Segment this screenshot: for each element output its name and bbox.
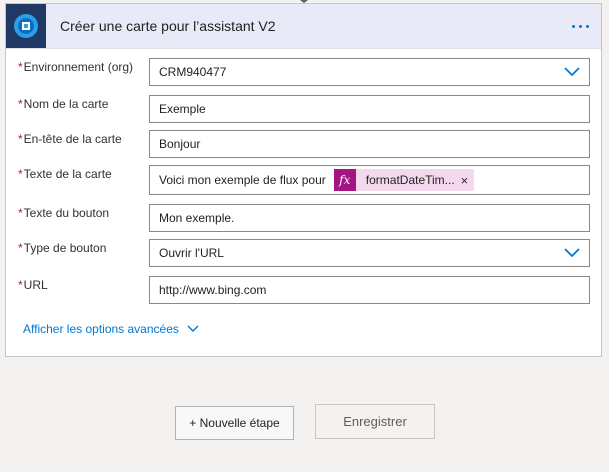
chevron-down-icon[interactable]: [555, 59, 589, 85]
dynamic-content-token[interactable]: fx formatDateTim... ×: [333, 169, 475, 191]
button-text-value: Mon exemple.: [159, 211, 235, 225]
flow-designer-canvas: Créer une carte pour l’assistant V2 *Env…: [0, 0, 609, 472]
url-label-text: URL: [23, 278, 48, 292]
button-text-row: *Texte du bouton Mon exemple.: [18, 204, 591, 232]
save-button[interactable]: Enregistrer: [315, 404, 435, 439]
environment-label-text: Environnement (org): [23, 60, 134, 74]
environment-row: *Environnement (org) CRM940477: [18, 58, 591, 86]
chevron-down-icon[interactable]: [555, 240, 589, 266]
card-text-value: Voici mon exemple de flux pour: [159, 173, 326, 187]
button-type-select[interactable]: Ouvrir l'URL: [149, 239, 590, 267]
button-type-label: *Type de bouton: [18, 241, 106, 255]
button-type-row: *Type de bouton Ouvrir l'URL: [18, 239, 591, 267]
required-marker: *: [18, 278, 23, 292]
card-header-value: Bonjour: [159, 137, 201, 151]
button-type-value: Ouvrir l'URL: [159, 246, 224, 260]
card-text-label-text: Texte de la carte: [23, 167, 112, 181]
required-marker: *: [18, 206, 23, 220]
show-advanced-options-link[interactable]: Afficher les options avancées: [23, 322, 199, 336]
environment-label: *Environnement (org): [18, 60, 133, 74]
card-text-label: *Texte de la carte: [18, 167, 112, 181]
expression-fx-icon: fx: [333, 169, 356, 191]
url-label: *URL: [18, 278, 48, 292]
card-text-row: *Texte de la carte Voici mon exemple de …: [18, 165, 591, 195]
more-dots-icon: [578, 24, 582, 28]
new-step-button[interactable]: + Nouvelle étape: [175, 406, 294, 440]
card-header-input[interactable]: Bonjour: [149, 130, 590, 158]
action-card: Créer une carte pour l’assistant V2 *Env…: [5, 3, 602, 357]
button-text-label-text: Texte du bouton: [23, 206, 110, 220]
card-name-value: Exemple: [159, 102, 206, 116]
required-marker: *: [18, 60, 23, 74]
url-value: http://www.bing.com: [159, 283, 267, 297]
card-header-row: *En-tête de la carte Bonjour: [18, 130, 591, 158]
chevron-down-icon: [187, 325, 199, 332]
dynamics-app-icon: [6, 4, 46, 48]
more-dots-icon: [585, 24, 589, 28]
environment-select[interactable]: CRM940477: [149, 58, 590, 86]
button-text-input[interactable]: Mon exemple.: [149, 204, 590, 232]
button-type-label-text: Type de bouton: [23, 241, 107, 255]
card-name-input[interactable]: Exemple: [149, 95, 590, 123]
required-marker: *: [18, 132, 23, 146]
token-label: formatDateTim...: [365, 173, 455, 187]
button-text-label: *Texte du bouton: [18, 206, 109, 220]
card-name-label-text: Nom de la carte: [23, 97, 109, 111]
environment-value: CRM940477: [159, 65, 227, 79]
required-marker: *: [18, 167, 23, 181]
more-options-button[interactable]: [563, 11, 597, 41]
url-input[interactable]: http://www.bing.com: [149, 276, 590, 304]
card-name-row: *Nom de la carte Exemple: [18, 95, 591, 123]
url-row: *URL http://www.bing.com: [18, 276, 591, 304]
action-card-title: Créer une carte pour l’assistant V2: [60, 18, 276, 34]
advanced-options-label: Afficher les options avancées: [23, 322, 179, 336]
card-header-label-text: En-tête de la carte: [23, 132, 122, 146]
card-text-input[interactable]: Voici mon exemple de flux pour fx format…: [149, 165, 590, 195]
required-marker: *: [18, 241, 23, 255]
required-marker: *: [18, 97, 23, 111]
action-card-header[interactable]: Créer une carte pour l’assistant V2: [6, 4, 601, 49]
more-dots-icon: [571, 24, 575, 28]
card-header-label: *En-tête de la carte: [18, 132, 122, 146]
close-icon[interactable]: ×: [461, 173, 475, 188]
card-name-label: *Nom de la carte: [18, 97, 108, 111]
